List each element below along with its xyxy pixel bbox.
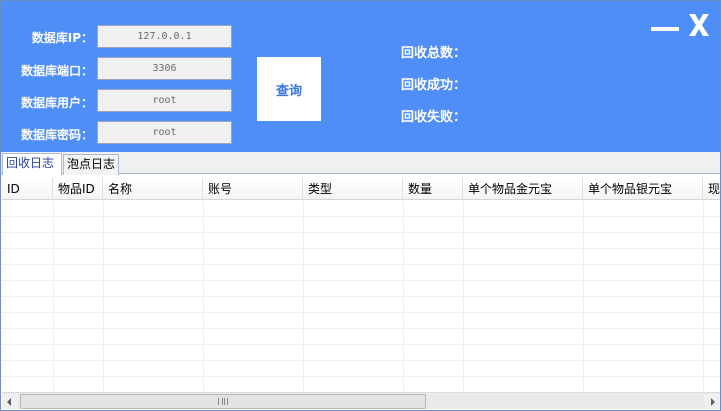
grip-icon [218, 398, 228, 405]
user-input[interactable]: root [97, 89, 232, 112]
column-header-account[interactable]: 账号 [203, 178, 303, 200]
table-row [2, 345, 720, 361]
horizontal-scrollbar[interactable] [2, 392, 720, 409]
column-divider [403, 201, 404, 392]
column-divider [103, 201, 104, 392]
password-input[interactable]: root [97, 121, 232, 144]
column-divider [303, 201, 304, 392]
recycle-total-label: 回收总数： [401, 46, 467, 61]
table-row [2, 201, 720, 217]
table-row [2, 249, 720, 265]
query-button[interactable]: 查询 [257, 57, 321, 121]
password-label: 数据库密码： [20, 128, 93, 142]
user-label: 数据库用户： [20, 96, 93, 110]
column-divider [463, 201, 464, 392]
table-row [2, 233, 720, 249]
column-header-gold[interactable]: 单个物品金元宝 [463, 178, 583, 200]
recycle-fail-label: 回收失败： [401, 110, 467, 125]
column-header-id[interactable]: ID [2, 178, 53, 200]
table-row [2, 281, 720, 297]
scroll-right-icon[interactable] [704, 394, 720, 409]
grid-body [2, 201, 720, 392]
column-divider [203, 201, 204, 392]
port-label: 数据库端口： [20, 64, 93, 78]
log-tabs: 回收日志 泡点日志 [1, 152, 720, 176]
grid-header: ID 物品ID 名称 账号 类型 数量 单个物品金元宝 单个物品银元宝 现 [2, 178, 720, 200]
close-icon[interactable] [685, 5, 713, 45]
app-window: 数据库IP： 127.0.0.1 数据库端口： 3306 数据库用户： root… [0, 0, 721, 411]
scroll-left-icon[interactable] [2, 394, 18, 409]
close-icon-glyph [689, 14, 709, 36]
column-header-type[interactable]: 类型 [303, 178, 403, 200]
column-divider [703, 201, 704, 392]
minimize-icon[interactable] [649, 5, 681, 45]
log-grid: ID 物品ID 名称 账号 类型 数量 单个物品金元宝 单个物品银元宝 现 [2, 176, 720, 392]
table-row [2, 329, 720, 345]
scroll-thumb[interactable] [20, 394, 426, 409]
tab-paodian-log[interactable]: 泡点日志 [63, 154, 119, 175]
column-header-item-id[interactable]: 物品ID [53, 178, 103, 200]
table-row [2, 377, 720, 392]
table-row [2, 217, 720, 233]
table-row [2, 361, 720, 377]
recycle-success-label: 回收成功： [401, 78, 467, 93]
port-input[interactable]: 3306 [97, 57, 232, 80]
column-header-current[interactable]: 现 [703, 178, 720, 200]
tab-recycle-log[interactable]: 回收日志 [2, 153, 62, 176]
table-row [2, 265, 720, 281]
ip-input[interactable]: 127.0.0.1 [97, 25, 232, 48]
column-header-silver[interactable]: 单个物品银元宝 [583, 178, 703, 200]
column-divider [53, 201, 54, 392]
table-row [2, 313, 720, 329]
column-divider [583, 201, 584, 392]
column-header-quantity[interactable]: 数量 [403, 178, 463, 200]
table-row [2, 297, 720, 313]
ip-label: 数据库IP： [31, 31, 93, 45]
column-header-name[interactable]: 名称 [103, 178, 203, 200]
connection-panel: 数据库IP： 127.0.0.1 数据库端口： 3306 数据库用户： root… [1, 1, 720, 152]
